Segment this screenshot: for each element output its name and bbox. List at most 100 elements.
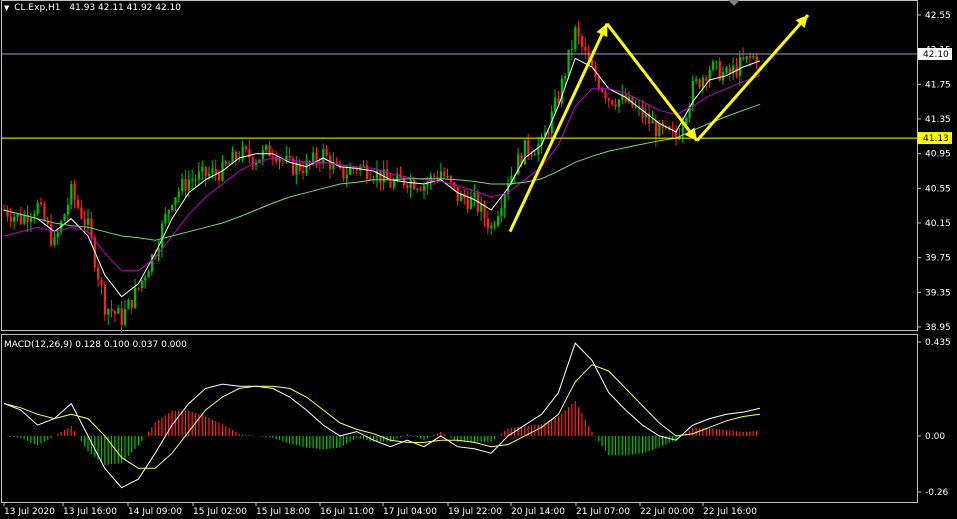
candle-body <box>268 145 271 157</box>
candle-body <box>325 149 328 156</box>
candle-body <box>19 213 22 224</box>
time-tick-label: 21 Jul 07:00 <box>576 507 630 517</box>
candle-body <box>547 132 550 134</box>
arrow-up-2[interactable] <box>695 14 810 142</box>
levels-layer <box>2 53 917 139</box>
candle-body <box>456 186 459 202</box>
candle-body <box>523 139 526 165</box>
candle-body <box>174 197 177 205</box>
candle-body <box>261 149 264 160</box>
level-price-tag: 41.13 <box>923 134 949 144</box>
candle-body <box>83 218 86 225</box>
candle-body <box>177 191 180 198</box>
price-pane-frame <box>1 0 918 331</box>
candle-body <box>493 225 496 227</box>
candle-body <box>214 168 217 174</box>
candle-body <box>480 203 483 212</box>
candle-body <box>224 161 227 165</box>
candle-body <box>171 204 174 211</box>
candle-body <box>409 179 412 189</box>
candle-body <box>147 271 150 278</box>
candle-body <box>73 183 76 200</box>
candle-body <box>349 167 352 175</box>
candle-body <box>70 183 73 205</box>
candle-body <box>392 180 395 188</box>
candle-body <box>574 27 577 49</box>
candle-body <box>184 178 187 191</box>
candle-body <box>607 98 610 101</box>
candle-body <box>275 156 278 162</box>
candle-body <box>503 194 506 209</box>
candle-body <box>496 216 500 226</box>
candle-body <box>137 287 140 289</box>
candle-body <box>271 156 274 158</box>
candle-body <box>164 213 167 224</box>
time-tick-label: 19 Jul 22:00 <box>448 507 502 517</box>
candle-body <box>56 232 59 238</box>
candle-body <box>103 285 106 315</box>
candle-body <box>443 171 446 177</box>
candle-body <box>742 57 745 60</box>
candle-body <box>486 218 490 229</box>
macd-signal-line <box>3 364 761 469</box>
candle-body <box>490 225 493 229</box>
candle-body <box>711 61 715 70</box>
time-tick-label: 15 Jul 02:00 <box>193 507 247 517</box>
candle-body <box>698 79 701 88</box>
price-tick-label: 42.55 <box>925 11 951 21</box>
candle-body <box>500 208 503 217</box>
candle-body <box>43 204 46 221</box>
candle-body <box>181 178 184 192</box>
dropdown-triangle-icon[interactable]: ▼ <box>4 4 9 12</box>
candle-body <box>187 179 190 191</box>
candle-body <box>9 216 12 222</box>
chart-shift-marker-icon[interactable] <box>728 0 740 6</box>
price-tick-label: 38.95 <box>925 323 951 333</box>
candle-body <box>244 146 248 150</box>
candle-body <box>466 198 469 209</box>
candle-body <box>322 149 325 164</box>
candle-body <box>160 223 164 248</box>
candle-body <box>231 151 234 164</box>
chart-canvas: 42.5542.1541.7541.3540.9540.5540.1539.75… <box>1 0 952 517</box>
candle-body <box>110 309 113 312</box>
time-tick-label: 13 Jul 2020 <box>4 507 55 517</box>
candles-layer <box>3 21 758 333</box>
candle-body <box>312 152 315 163</box>
candle-body <box>419 189 422 191</box>
moving-averages-layer <box>3 57 761 298</box>
candle-body <box>406 185 409 189</box>
ma-mid-line <box>3 75 761 272</box>
candle-body <box>76 199 80 208</box>
candle-body <box>207 173 211 177</box>
macd-header: MACD(12,26,9) 0.128 0.100 0.037 0.000 <box>4 340 187 350</box>
candle-body <box>611 100 614 105</box>
time-tick-label: 14 Jul 09:00 <box>128 507 182 517</box>
candle-body <box>617 99 621 107</box>
candle-body <box>527 139 530 154</box>
chart-header: ▼ CL.Exp,H1 41.93 42.11 41.92 42.10 <box>4 3 181 13</box>
candle-body <box>127 299 130 310</box>
candle-body <box>375 170 379 179</box>
candle-body <box>130 299 133 309</box>
candle-body <box>654 121 658 137</box>
price-tick-label: 39.35 <box>925 288 951 298</box>
candle-body <box>433 175 436 177</box>
candle-body <box>97 267 100 280</box>
candle-body <box>298 162 301 171</box>
candle-body <box>211 168 214 174</box>
candle-body <box>752 56 755 58</box>
time-tick-label: 15 Jul 18:00 <box>256 507 310 517</box>
candle-body <box>651 121 654 124</box>
candle-body <box>436 176 439 179</box>
candle-body <box>265 145 268 150</box>
price-tick-label: 40.55 <box>925 184 951 194</box>
candle-body <box>39 202 43 205</box>
candle-body <box>228 163 231 165</box>
candle-body <box>584 46 587 51</box>
candle-body <box>113 311 117 314</box>
arrow-up-1[interactable] <box>508 23 609 233</box>
price-tick-label: 40.15 <box>925 219 951 229</box>
price-tick-label: 39.75 <box>925 254 951 264</box>
candle-body <box>695 79 698 82</box>
